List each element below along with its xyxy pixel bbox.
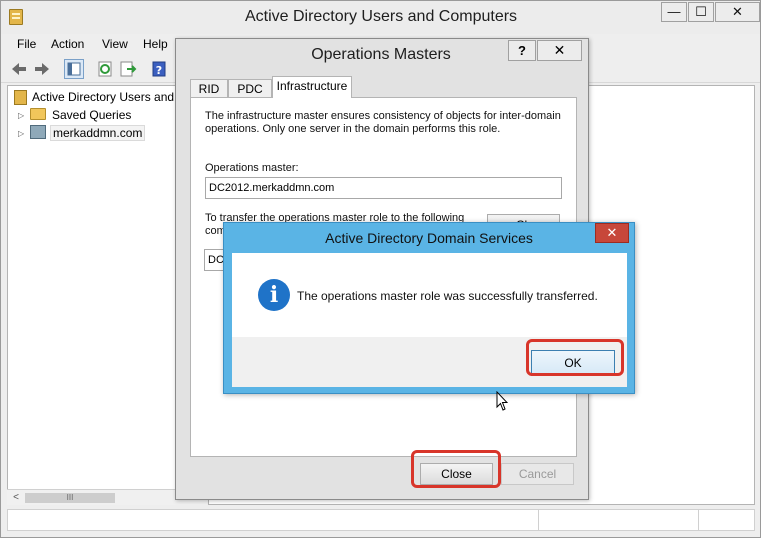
- ops-dialog-titlebar[interactable]: Operations Masters ? ✕: [176, 39, 588, 69]
- ops-dialog-title: Operations Masters: [311, 46, 451, 63]
- forward-arrow-icon[interactable]: [32, 59, 52, 79]
- folder-icon: [30, 108, 46, 120]
- msg-dialog-body: i The operations master role was success…: [232, 253, 627, 387]
- ok-button-highlight: [526, 339, 624, 376]
- tree-item-saved-queries[interactable]: Saved Queries: [52, 108, 131, 122]
- expand-arrow-icon[interactable]: ▷: [18, 129, 24, 138]
- scroll-left-arrow-icon[interactable]: <: [9, 491, 23, 505]
- help-icon[interactable]: ?: [149, 59, 169, 79]
- domain-icon: [30, 125, 46, 139]
- menu-file[interactable]: File: [17, 37, 36, 51]
- close-window-button[interactable]: ✕: [715, 2, 760, 22]
- menu-action[interactable]: Action: [51, 37, 84, 51]
- console-tree-icon[interactable]: [64, 59, 84, 79]
- mouse-cursor-icon: [496, 390, 509, 411]
- status-bar: [7, 509, 755, 531]
- status-divider: [698, 510, 699, 530]
- maximize-button[interactable]: ☐: [688, 2, 714, 22]
- svg-text:?: ?: [156, 64, 162, 77]
- operations-master-label: Operations master:: [205, 162, 299, 174]
- ops-help-button[interactable]: ?: [508, 40, 536, 61]
- window-title: Active Directory Users and Computers: [244, 8, 518, 25]
- infrastructure-description: The infrastructure master ensures consis…: [205, 110, 561, 135]
- ad-domain-services-dialog: Active Directory Domain Services ✕ i The…: [223, 222, 635, 394]
- msg-text: The operations master role was successfu…: [297, 289, 598, 303]
- cancel-button[interactable]: Cancel: [501, 463, 574, 485]
- menu-help[interactable]: Help: [143, 37, 168, 51]
- close-button-highlight: [411, 450, 501, 488]
- scroll-thumb[interactable]: III: [25, 493, 115, 503]
- expand-arrow-icon[interactable]: ▷: [18, 111, 24, 120]
- tab-infrastructure[interactable]: Infrastructure: [272, 76, 352, 98]
- export-list-icon[interactable]: [118, 59, 138, 79]
- minimize-button[interactable]: —: [661, 2, 687, 22]
- main-titlebar[interactable]: Active Directory Users and Computers — ☐…: [1, 1, 760, 34]
- tree-item-domain[interactable]: merkaddmn.com: [50, 125, 146, 141]
- aduc-app-icon: [9, 9, 23, 25]
- msg-content-area: i The operations master role was success…: [232, 253, 627, 337]
- information-icon: i: [258, 279, 290, 311]
- operations-master-field[interactable]: DC2012.merkaddmn.com: [205, 177, 562, 199]
- tab-rid[interactable]: RID: [190, 79, 228, 98]
- tab-pdc[interactable]: PDC: [228, 79, 272, 98]
- ops-close-x-button[interactable]: ✕: [537, 40, 582, 61]
- refresh-icon[interactable]: [95, 59, 115, 79]
- status-divider: [538, 510, 539, 530]
- tree-root-label[interactable]: Active Directory Users and C: [32, 90, 186, 104]
- aduc-root-icon: [14, 90, 27, 105]
- menu-view[interactable]: View: [102, 37, 128, 51]
- back-arrow-icon[interactable]: [9, 59, 29, 79]
- msg-close-x-button[interactable]: ✕: [595, 223, 629, 243]
- msg-dialog-title: Active Directory Domain Services: [325, 230, 533, 246]
